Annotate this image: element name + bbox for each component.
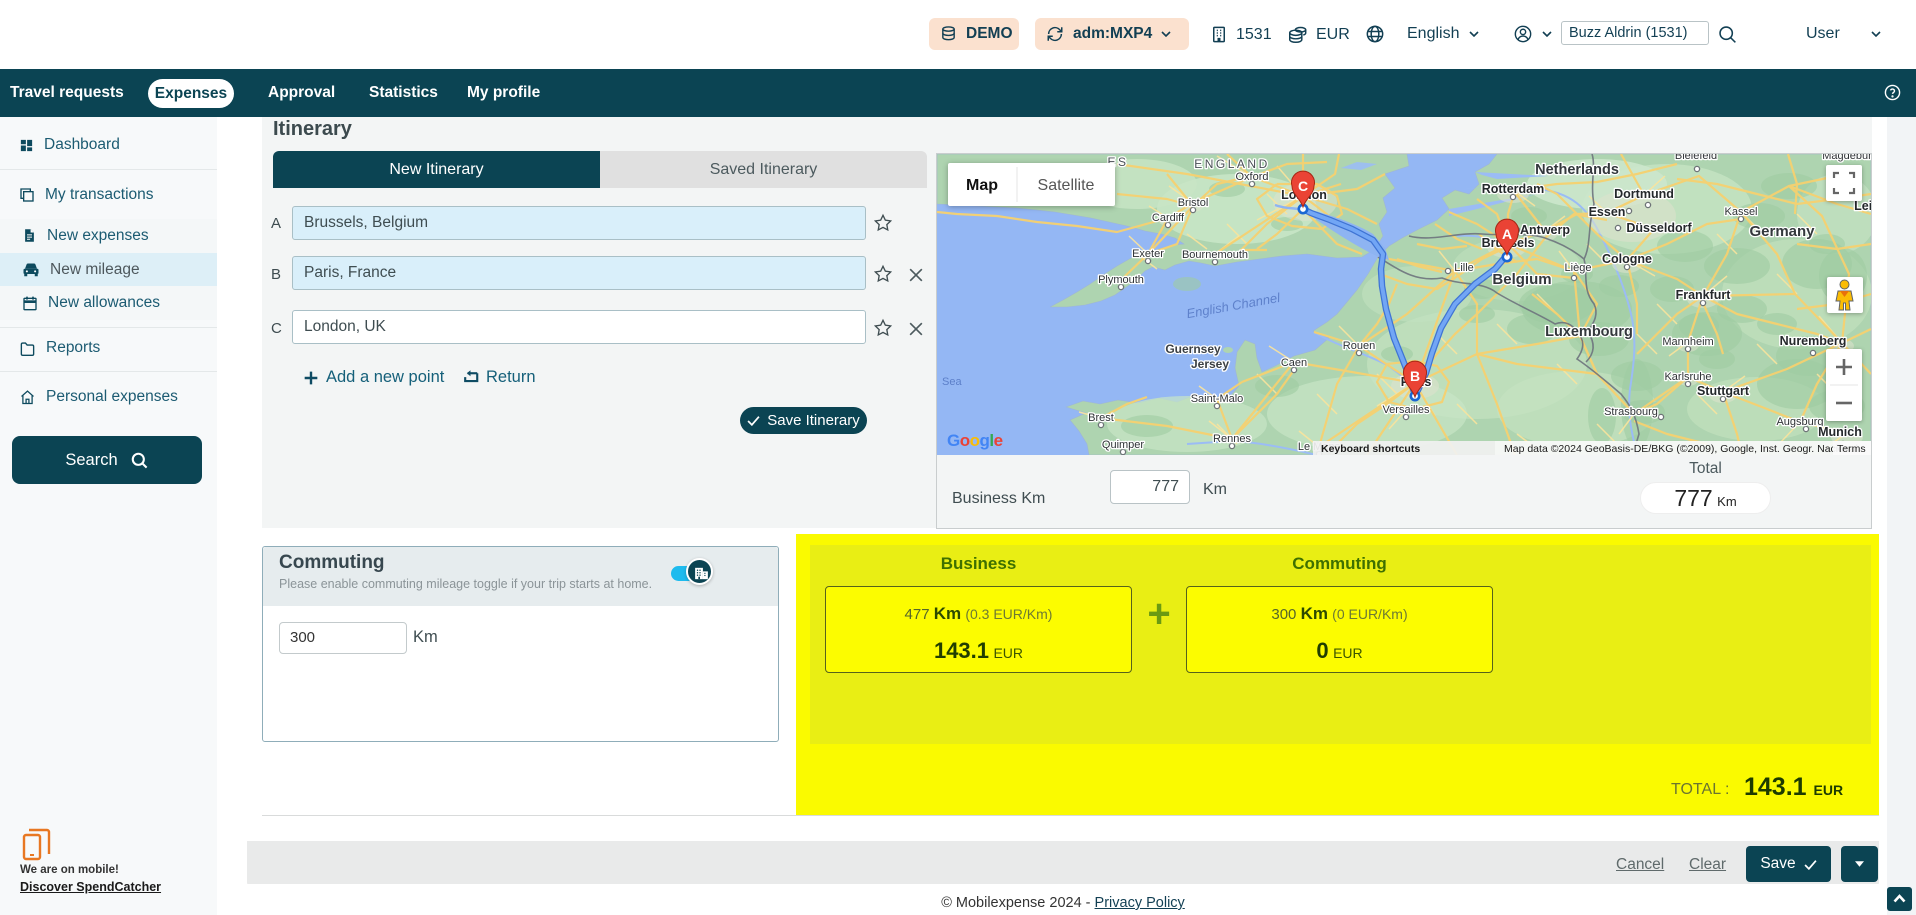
svg-text:Frankfurt: Frankfurt: [1676, 288, 1732, 302]
svg-text:Plymouth: Plymouth: [1098, 274, 1144, 286]
svg-text:Rennes: Rennes: [1213, 433, 1251, 445]
svg-text:Keyboard shortcuts: Keyboard shortcuts: [1321, 443, 1420, 455]
svg-text:Essen: Essen: [1589, 205, 1626, 219]
svg-text:Strasbourg: Strasbourg: [1604, 406, 1658, 418]
svg-text:Stuttgart: Stuttgart: [1697, 384, 1750, 398]
svg-text:Belgium: Belgium: [1492, 271, 1551, 288]
svg-text:B: B: [1410, 368, 1420, 384]
svg-text:Bielefeld: Bielefeld: [1675, 154, 1717, 162]
svg-text:Saint-Malo: Saint-Malo: [1191, 393, 1244, 405]
svg-text:Dortmund: Dortmund: [1614, 187, 1674, 201]
svg-text:Cologne: Cologne: [1602, 252, 1652, 266]
svg-text:C: C: [1298, 178, 1308, 194]
svg-text:Satellite: Satellite: [1038, 177, 1095, 194]
svg-text:Brest: Brest: [1088, 412, 1114, 424]
svg-text:Exeter: Exeter: [1132, 248, 1164, 260]
svg-text:Karlsruhe: Karlsruhe: [1664, 371, 1711, 383]
svg-text:Sea: Sea: [942, 376, 962, 388]
svg-text:Jersey: Jersey: [1191, 357, 1229, 371]
svg-text:A: A: [1502, 226, 1512, 242]
svg-text:Map: Map: [966, 177, 998, 194]
svg-text:Kassel: Kassel: [1724, 206, 1757, 218]
svg-text:Bournemouth: Bournemouth: [1182, 249, 1248, 261]
svg-text:Rotterdam: Rotterdam: [1482, 182, 1545, 196]
svg-text:Antwerp: Antwerp: [1520, 223, 1570, 237]
svg-text:Oxford: Oxford: [1235, 171, 1268, 183]
svg-text:ENGLAND: ENGLAND: [1194, 157, 1270, 171]
svg-text:Guernsey: Guernsey: [1165, 342, 1221, 356]
svg-text:Magdebur: Magdebur: [1822, 154, 1871, 162]
svg-text:Leip: Leip: [1854, 199, 1871, 213]
svg-text:Cardiff: Cardiff: [1152, 212, 1185, 224]
svg-text:Luxembourg: Luxembourg: [1545, 324, 1633, 340]
svg-text:Rouen: Rouen: [1343, 340, 1375, 352]
svg-text:Google: Google: [947, 431, 1003, 450]
svg-text:Versailles: Versailles: [1382, 404, 1430, 416]
svg-text:Netherlands: Netherlands: [1535, 162, 1619, 178]
svg-text:Augsburg: Augsburg: [1776, 416, 1823, 428]
svg-text:Terms: Terms: [1837, 443, 1866, 455]
svg-text:Munich: Munich: [1818, 425, 1862, 439]
svg-text:Lille: Lille: [1454, 262, 1474, 274]
svg-text:Germany: Germany: [1749, 223, 1815, 240]
svg-text:Nuremberg: Nuremberg: [1780, 334, 1847, 348]
svg-text:Caen: Caen: [1281, 357, 1307, 369]
svg-text:Map data ©2024 GeoBasis-DE/BKG: Map data ©2024 GeoBasis-DE/BKG (©2009), …: [1504, 443, 1858, 455]
svg-text:Bristol: Bristol: [1178, 197, 1209, 209]
svg-text:Düsseldorf: Düsseldorf: [1626, 221, 1692, 235]
svg-text:Liège: Liège: [1565, 262, 1592, 274]
svg-text:Quimper: Quimper: [1102, 439, 1145, 451]
svg-text:Mannheim: Mannheim: [1662, 336, 1713, 348]
